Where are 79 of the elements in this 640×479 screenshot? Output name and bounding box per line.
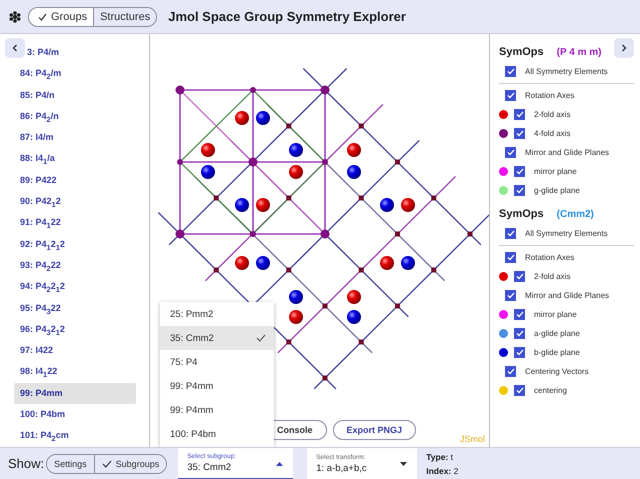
checkbox[interactable] <box>505 66 516 77</box>
app-title: Jmol Space Group Symmetry Explorer <box>168 9 406 24</box>
checkbox[interactable] <box>514 185 525 196</box>
expand-button[interactable] <box>614 38 634 58</box>
option-label: centering <box>534 386 567 395</box>
info-text: Index: 2 <box>426 466 458 476</box>
group-item[interactable]: 92: P4$_{1}$2$_{1}$2 <box>0 234 136 255</box>
jsmol-logo: JSmol <box>460 434 485 444</box>
option-label: Rotation Axes <box>525 253 574 262</box>
option-label: 2-fold axis <box>534 110 570 119</box>
option-label: g-glide plane <box>534 186 580 195</box>
group-item[interactable]: 97: I422 <box>0 340 136 362</box>
show-toggle[interactable]: Subgroups <box>94 454 166 472</box>
checkbox[interactable] <box>514 109 525 120</box>
checkbox[interactable] <box>514 271 525 282</box>
show-label: Show: <box>8 456 44 471</box>
option-label: b-glide plane <box>534 348 580 357</box>
menu-item[interactable]: 25: Pmm2 <box>160 302 274 326</box>
check-icon <box>256 334 266 342</box>
molecule-icon[interactable] <box>9 10 21 22</box>
option-label: 4-fold axis <box>534 129 570 138</box>
option-label: Mirror and Glide Planes <box>525 148 610 157</box>
checkbox[interactable] <box>514 328 525 339</box>
group-item[interactable]: 90: P42$_{1}$2 <box>0 191 136 212</box>
checkbox[interactable] <box>514 128 525 139</box>
group-item[interactable]: 91: P4$_{1}$22 <box>0 212 136 234</box>
group-item[interactable]: 3: P4/m <box>0 42 136 64</box>
group-item[interactable]: 96: P4$_{3}$2$_{1}$2 <box>0 318 136 340</box>
option-label: Rotation Axes <box>525 91 574 100</box>
collapse-button[interactable] <box>5 38 25 58</box>
checkbox[interactable] <box>505 147 516 158</box>
group-item[interactable]: 100: P4bm <box>0 404 136 426</box>
group-item[interactable]: 101: P4$_{2}$cm <box>0 425 136 447</box>
group-item[interactable]: 95: P4$_{3}$22 <box>0 298 136 319</box>
caret-icon <box>400 462 408 466</box>
option-label: Mirror and Glide Planes <box>525 291 610 300</box>
info-text: Type: t <box>426 452 454 462</box>
checkbox[interactable] <box>514 309 525 320</box>
chevron-left-icon <box>12 44 18 52</box>
menu-item[interactable]: 99: P4mm <box>160 374 274 398</box>
menu-item[interactable]: 99: P4mm <box>160 398 274 422</box>
group-item[interactable]: 88: I4$_{1}$/a <box>0 148 136 170</box>
checkbox[interactable] <box>505 90 516 101</box>
option-label: All Symmetry Elements <box>525 229 608 238</box>
group-item[interactable]: 98: I4$_{1}$22 <box>0 361 136 383</box>
option-label: mirror plane <box>534 310 577 319</box>
menu-item[interactable]: 75: P4 <box>160 350 274 374</box>
group-item[interactable]: 93: P4$_{2}$22 <box>0 254 136 276</box>
group-item[interactable]: 84: P4$_{2}$/m <box>0 63 136 85</box>
section-title: SymOps <box>499 208 544 220</box>
checkbox[interactable] <box>505 252 516 263</box>
mode-toggle[interactable]: Groups <box>29 8 94 26</box>
option-label: mirror plane <box>534 167 577 176</box>
menu-item[interactable]: 35: Cmm2 <box>160 326 274 350</box>
group-item[interactable]: 85: P4/n <box>0 84 136 106</box>
caret-icon <box>276 462 284 466</box>
group-symbol: (Cmm2) <box>556 208 594 220</box>
section-title: SymOps <box>499 46 544 58</box>
checkbox[interactable] <box>514 347 525 358</box>
check-icon <box>38 12 47 20</box>
group-item[interactable]: 94: P4$_{2}$2$_{1}$2 <box>0 276 136 298</box>
mode-toggle[interactable]: Structures <box>93 8 156 26</box>
viewer-button[interactable]: Export PNGJ <box>332 420 416 440</box>
chevron-right-icon <box>621 44 627 52</box>
checkbox[interactable] <box>505 228 516 239</box>
option-label: All Symmetry Elements <box>525 67 608 76</box>
group-item[interactable]: 89: P422 <box>0 170 136 192</box>
option-label: 2-fold axis <box>534 272 570 281</box>
checkbox[interactable] <box>505 366 516 377</box>
option-label: a-glide plane <box>534 329 580 338</box>
option-label: Centering Vectors <box>525 367 589 376</box>
checkbox[interactable] <box>514 166 525 177</box>
checkbox[interactable] <box>505 290 516 301</box>
checkbox[interactable] <box>514 385 525 396</box>
group-item[interactable]: 99: P4mm <box>14 382 136 404</box>
group-item[interactable]: 86: P4$_{2}$/n <box>0 106 136 128</box>
group-item[interactable]: 87: I4/m <box>0 127 136 148</box>
check-icon <box>102 460 112 468</box>
group-symbol: (P 4 m m) <box>556 46 602 58</box>
